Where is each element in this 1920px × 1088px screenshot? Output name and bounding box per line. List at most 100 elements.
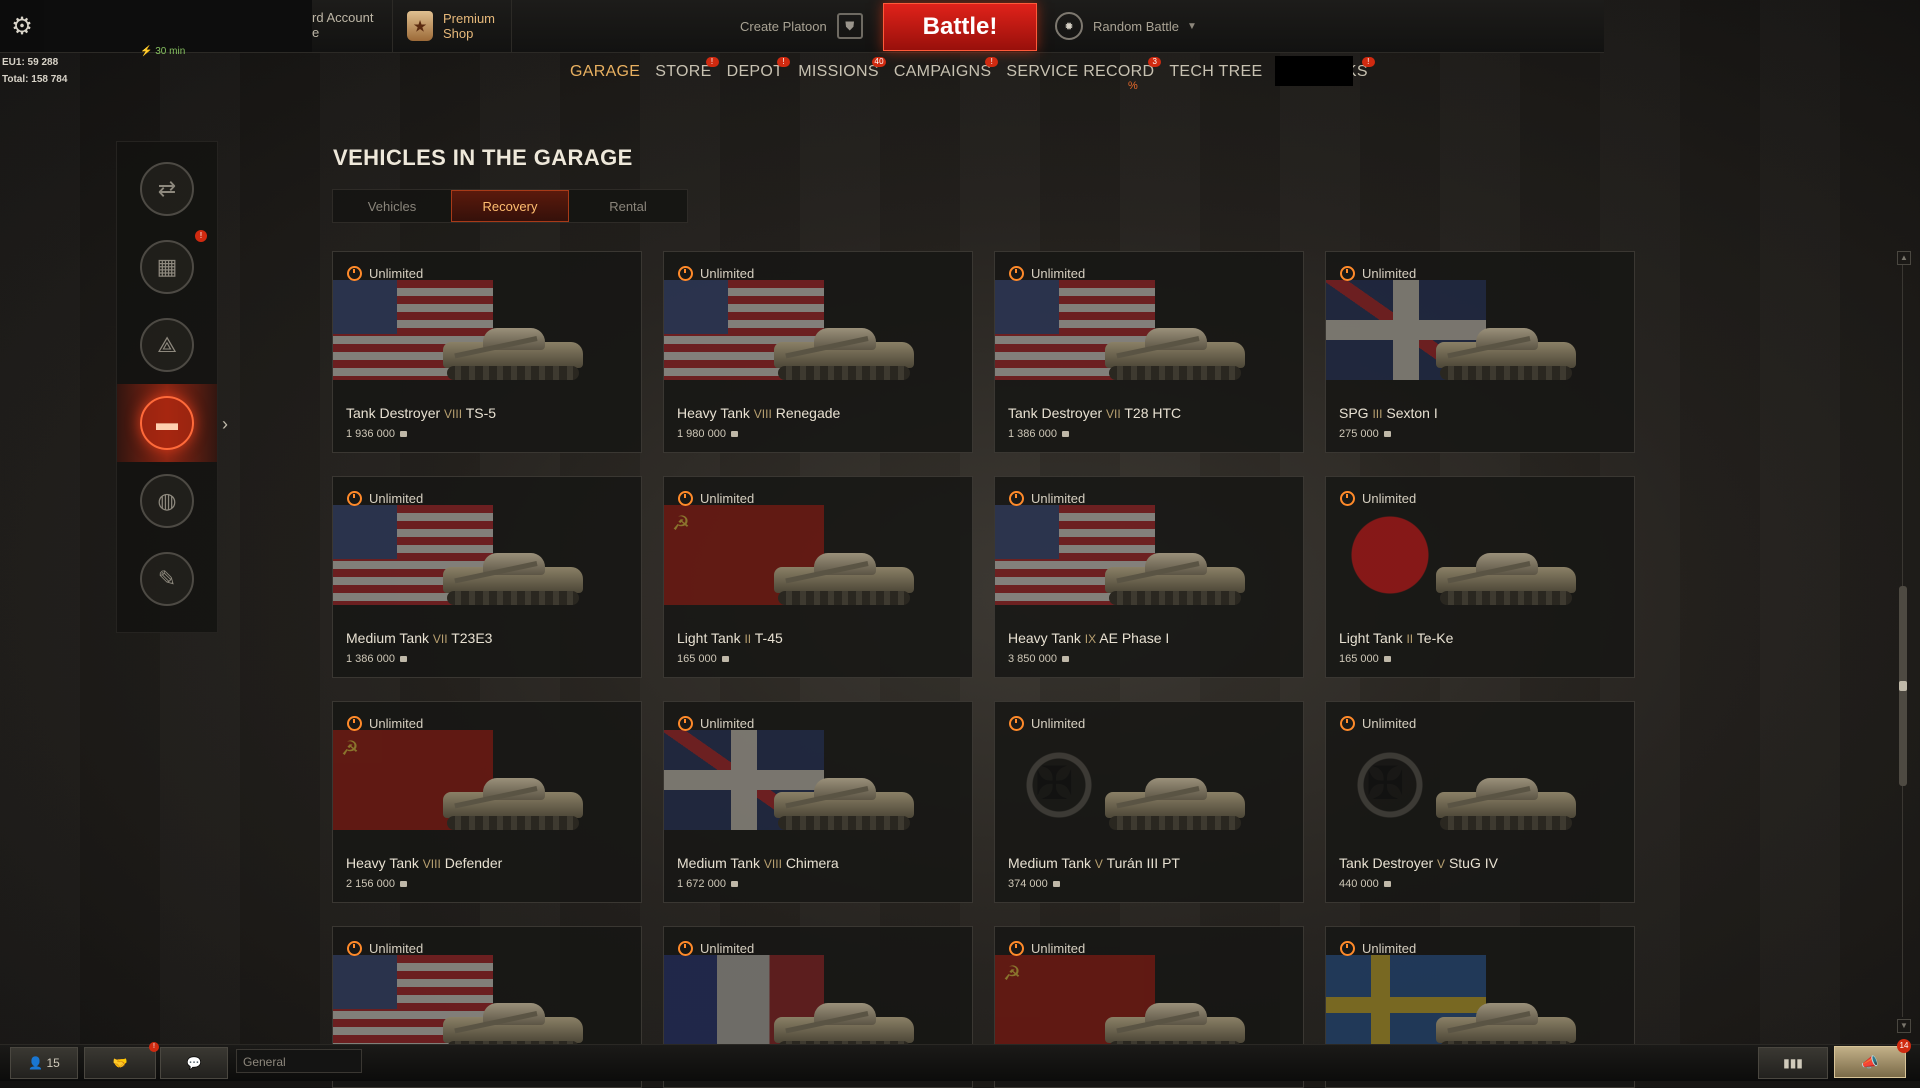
vehicle-card[interactable]: Unlimited Medium Tank V Turán III PT 374… [994, 701, 1304, 903]
vehicle-model: AE Phase I [1099, 630, 1170, 646]
rental-time: Unlimited [678, 941, 754, 956]
top-bar: ⚙ rd Account e ★ Premium Shop Create Pla… [0, 0, 1604, 53]
tab-recovery[interactable]: Recovery [451, 190, 569, 222]
vehicle-price-value: 1 672 000 [677, 878, 726, 890]
friends-button[interactable]: 👤 15 [10, 1047, 78, 1079]
side-item-customization[interactable]: ✎ [117, 540, 217, 618]
vehicle-model: T-45 [754, 630, 783, 646]
vehicle-card[interactable]: Unlimited Heavy Tank VIII Renegade 1 980… [663, 251, 973, 453]
vehicles-icon: ▬ [140, 396, 194, 450]
credits-icon [1061, 431, 1069, 437]
vehicle-price-value: 1 386 000 [1008, 428, 1057, 440]
battle-mode-selector[interactable]: ✹ Random Battle ▼ [1055, 0, 1197, 52]
vehicle-name: Tank Destroyer V StuG IV [1339, 855, 1498, 871]
tank-image [1436, 774, 1586, 834]
vehicle-card[interactable]: Unlimited Tank Destroyer VIII TS-5 1 936… [332, 251, 642, 453]
chat-bubbles-icon: 💬 [186, 1056, 202, 1070]
credits-icon [399, 656, 407, 662]
clock-icon [1340, 716, 1355, 731]
rental-time: Unlimited [1340, 716, 1416, 731]
tab-rental[interactable]: Rental [569, 190, 687, 222]
boost-timer: ⚡ 30 min [140, 46, 186, 57]
account-panel[interactable] [44, 0, 312, 52]
nav-tech-tree[interactable]: TECH TREE [1169, 63, 1262, 81]
vehicle-card[interactable]: Unlimited Heavy Tank VIII Defender 2 156… [332, 701, 642, 903]
nav-depot[interactable]: DEPOT! [727, 57, 791, 81]
vehicle-card[interactable]: Unlimited Medium Tank VII T23E3 1 386 00… [332, 476, 642, 678]
session-stats-button[interactable]: ▮▮▮ [1758, 1047, 1828, 1079]
nav-missions[interactable]: MISSIONS 40 [798, 57, 886, 81]
nav-service-record[interactable]: SERVICE RECORD 3 [1006, 57, 1162, 81]
vehicle-price: 1 386 000 [346, 653, 407, 665]
side-item-vehicles[interactable]: ▬ [117, 384, 217, 462]
vehicle-name: Heavy Tank VIII Defender [346, 855, 502, 871]
clock-icon [347, 266, 362, 281]
vehicle-class: Tank Destroyer [346, 405, 441, 421]
tank-image [774, 549, 924, 609]
side-item-exchange[interactable]: ⇄ [117, 150, 217, 228]
create-platoon-button[interactable]: Create Platoon ⛊ [740, 0, 863, 52]
vehicle-price: 165 000 [1339, 653, 1391, 665]
tank-image [1105, 324, 1255, 384]
scrollbar[interactable]: ▲ ▼ [1897, 251, 1911, 1033]
vehicle-tier: V [1094, 857, 1103, 871]
side-item-tech[interactable]: ⟁ [117, 306, 217, 384]
nav-store[interactable]: STORE! [655, 57, 719, 81]
clock-icon [1340, 491, 1355, 506]
vehicle-name: Medium Tank VII T23E3 [346, 630, 492, 646]
scroll-up-button[interactable]: ▲ [1897, 251, 1911, 265]
vehicle-price: 1 386 000 [1008, 428, 1069, 440]
rental-time: Unlimited [1009, 941, 1085, 956]
rental-time-label: Unlimited [700, 716, 755, 731]
vehicle-name: Tank Destroyer VIII TS-5 [346, 405, 496, 421]
vehicle-model: T23E3 [451, 630, 493, 646]
nav-campaigns[interactable]: CAMPAIGNS! [894, 57, 999, 81]
vehicle-class: Medium Tank [677, 855, 761, 871]
chevron-right-icon[interactable]: › [222, 414, 228, 435]
notifications-button[interactable]: 📣 14 [1834, 1039, 1911, 1078]
credits-icon [1383, 656, 1391, 662]
rental-time-label: Unlimited [369, 491, 424, 506]
vehicle-card[interactable]: Unlimited Heavy Tank IX AE Phase I 3 850… [994, 476, 1304, 678]
chat-button[interactable]: 💬 [160, 1047, 228, 1079]
contacts-button[interactable]: 🤝 ! [84, 1042, 159, 1079]
vehicle-class: Light Tank [1339, 630, 1403, 646]
tab-vehicles[interactable]: Vehicles [333, 190, 451, 222]
account-label-fragment[interactable]: rd Account e [312, 10, 373, 40]
vehicle-card[interactable]: Unlimited Light Tank II Te-Ke 165 000 [1325, 476, 1635, 678]
settings-gear-icon[interactable]: ⚙ [0, 0, 44, 52]
credits-icon [730, 431, 738, 437]
nav-garage[interactable]: GARAGE [570, 63, 640, 81]
rental-time-label: Unlimited [369, 266, 424, 281]
vehicle-price-value: 1 386 000 [346, 653, 395, 665]
notifications-badge: 14 [1897, 1039, 1911, 1053]
chat-channel-input[interactable]: General [236, 1049, 362, 1073]
vehicle-card[interactable]: Unlimited Tank Destroyer VII T28 HTC 1 3… [994, 251, 1304, 453]
battle-button[interactable]: Battle! [883, 3, 1037, 51]
premium-shop-button[interactable]: ★ Premium Shop [392, 0, 512, 52]
depot-boxes-icon: ▦ [140, 240, 194, 294]
vehicle-price: 1 936 000 [346, 428, 407, 440]
credits-icon [1383, 431, 1391, 437]
clock-icon [678, 941, 693, 956]
scroll-handle[interactable] [1899, 681, 1907, 691]
vehicle-card[interactable]: Unlimited Light Tank II T-45 165 000 [663, 476, 973, 678]
tech-tree-discount-icon: % [1128, 80, 1138, 92]
clock-icon [678, 491, 693, 506]
side-item-crew[interactable]: ◍ [117, 462, 217, 540]
vehicle-card[interactable]: Unlimited Medium Tank VIII Chimera 1 672… [663, 701, 973, 903]
vehicle-tier: VII [1106, 407, 1121, 421]
rental-time: Unlimited [347, 716, 423, 731]
credits-icon [721, 656, 729, 662]
vehicle-class: Medium Tank [1008, 855, 1092, 871]
side-item-depot[interactable]: ▦! [117, 228, 217, 306]
nav-label: STORE [655, 63, 712, 80]
rental-time-label: Unlimited [700, 941, 755, 956]
scroll-down-button[interactable]: ▼ [1897, 1019, 1911, 1033]
contacts-badge: ! [149, 1042, 159, 1052]
vehicle-card[interactable]: Unlimited Tank Destroyer V StuG IV 440 0… [1325, 701, 1635, 903]
tank-image [1436, 324, 1586, 384]
person-icon: 👤 [28, 1056, 47, 1070]
vehicle-price-value: 275 000 [1339, 428, 1379, 440]
vehicle-card[interactable]: Unlimited SPG III Sexton I 275 000 [1325, 251, 1635, 453]
